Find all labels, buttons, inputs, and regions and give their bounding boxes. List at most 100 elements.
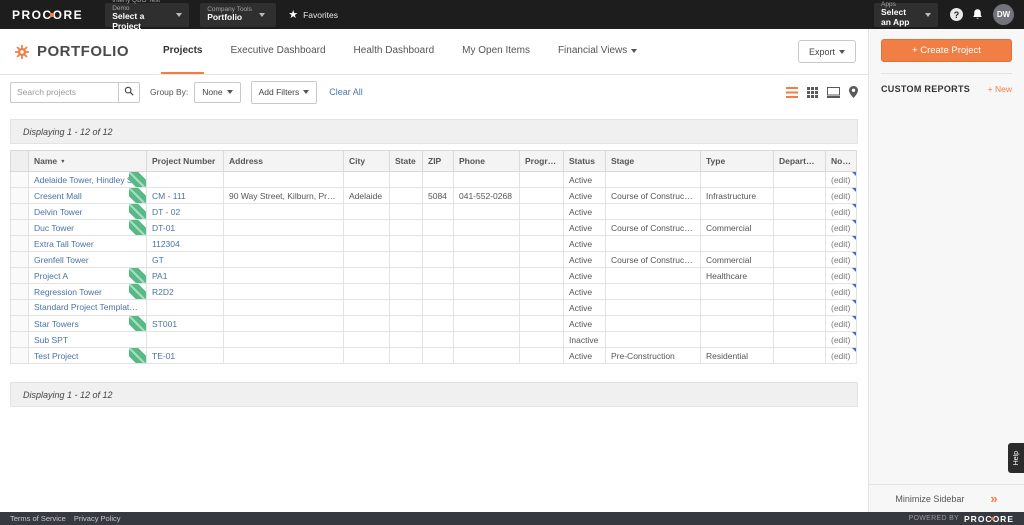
edit-notes-link[interactable]: (edit) — [831, 351, 850, 361]
edit-notes-link[interactable]: (edit) — [831, 303, 850, 313]
project-link[interactable]: Delvin Tower — [34, 207, 83, 217]
project-link[interactable]: Star Towers — [34, 319, 79, 329]
project-state-cell — [389, 235, 423, 252]
column-header-program[interactable]: Program — [519, 150, 564, 172]
edit-notes-link[interactable]: (edit) — [831, 271, 850, 281]
tab-my-open-items[interactable]: My Open Items — [460, 29, 532, 74]
project-name-cell: Extra Tall Tower — [28, 235, 147, 252]
column-header-phone[interactable]: Phone — [453, 150, 520, 172]
help-tab[interactable]: Help — [1008, 443, 1024, 473]
project-program-cell — [519, 331, 564, 348]
project-program-cell — [519, 203, 564, 220]
edit-notes-link[interactable]: (edit) — [831, 175, 850, 185]
column-header-status[interactable]: Status — [563, 150, 606, 172]
project-address-cell — [223, 251, 344, 268]
project-department-cell — [773, 203, 826, 220]
project-link[interactable]: Extra Tall Tower — [34, 239, 94, 249]
note-corner-icon — [852, 332, 856, 336]
export-label: Export — [808, 46, 835, 57]
results-count-bar-bottom: Displaying 1 - 12 of 12 — [10, 382, 858, 407]
apps-value: Select an App — [881, 7, 910, 28]
tab-projects[interactable]: Projects — [161, 29, 205, 74]
project-city-cell — [343, 235, 390, 252]
search-button[interactable] — [118, 81, 140, 103]
project-address-cell — [223, 331, 344, 348]
edit-notes-link[interactable]: (edit) — [831, 223, 850, 233]
project-link[interactable]: Sub SPT — [34, 335, 68, 345]
column-header-city[interactable]: City — [343, 150, 390, 172]
group-by-label: Group By: — [150, 87, 189, 97]
project-city-cell — [343, 315, 390, 332]
column-header-type[interactable]: Type — [700, 150, 774, 172]
project-number-cell: GT — [146, 251, 224, 268]
project-phone-cell — [453, 299, 520, 316]
info-icon: i — [138, 304, 146, 313]
favorites-button[interactable]: ★ Favorites — [288, 8, 338, 21]
chevron-down-icon — [839, 49, 845, 54]
table-row: Project A PA1 Active Healthcare (edit) — [10, 267, 857, 284]
project-link[interactable]: Cresent Mall — [34, 191, 82, 201]
project-link[interactable]: Test Project — [34, 351, 78, 361]
project-link[interactable]: Standard Project Template — [34, 302, 138, 312]
tab-executive-dashboard[interactable]: Executive Dashboard — [228, 29, 327, 74]
group-by-dropdown[interactable]: None — [194, 81, 241, 103]
tab-health-dashboard[interactable]: Health Dashboard — [352, 29, 437, 74]
project-city-cell — [343, 171, 390, 188]
edit-notes-link[interactable]: (edit) — [831, 287, 850, 297]
project-name-cell: Standard Project Template i — [28, 299, 147, 316]
project-link[interactable]: Duc Tower — [34, 223, 74, 233]
column-header-zip[interactable]: ZIP — [422, 150, 454, 172]
minimize-sidebar-button[interactable]: Minimize Sidebar — [869, 484, 1024, 512]
edit-notes-link[interactable]: (edit) — [831, 207, 850, 217]
user-avatar[interactable]: DW — [993, 4, 1014, 25]
add-filters-dropdown[interactable]: Add Filters — [250, 80, 318, 104]
clear-all-link[interactable]: Clear All — [329, 87, 363, 97]
column-header-state[interactable]: State — [389, 150, 423, 172]
right-sidebar: + Create Project CUSTOM REPORTS + New Mi… — [868, 29, 1024, 512]
project-program-cell — [519, 347, 564, 364]
column-header-notes[interactable]: Notes — [825, 150, 857, 172]
tab-financial-views[interactable]: Financial Views — [556, 29, 639, 74]
map-view-icon[interactable] — [849, 86, 858, 98]
column-header-department[interactable]: Department — [773, 150, 826, 172]
help-question-icon[interactable]: ? — [950, 8, 963, 21]
edit-notes-link[interactable]: (edit) — [831, 335, 850, 345]
edit-notes-link[interactable]: (edit) — [831, 319, 850, 329]
column-header-address[interactable]: Address — [223, 150, 344, 172]
terms-of-service-link[interactable]: Terms of Service — [10, 514, 66, 523]
project-link[interactable]: Grenfell Tower — [34, 255, 89, 265]
column-header-name[interactable]: Name — [28, 150, 147, 172]
project-department-cell — [773, 347, 826, 364]
project-link[interactable]: Adelaide Tower, Hindley St — [34, 175, 135, 185]
note-corner-icon — [852, 316, 856, 320]
apps-dropdown[interactable]: Apps Select an App — [874, 1, 938, 28]
group-by-value: None — [202, 87, 223, 97]
company-tools-value: Portfolio — [207, 12, 243, 23]
new-report-link[interactable]: + New — [988, 84, 1012, 94]
column-header-stage[interactable]: Stage — [605, 150, 701, 172]
list-view-icon[interactable] — [786, 86, 798, 98]
grid-view-icon[interactable] — [807, 86, 818, 98]
project-address-cell — [223, 235, 344, 252]
project-name-cell: Adelaide Tower, Hindley St — [28, 171, 147, 188]
notifications-bell-icon[interactable] — [971, 8, 984, 21]
privacy-policy-link[interactable]: Privacy Policy — [74, 514, 121, 523]
edit-notes-link[interactable]: (edit) — [831, 239, 850, 249]
row-select-cell — [10, 347, 29, 364]
project-link[interactable]: Regression Tower — [34, 287, 102, 297]
edit-notes-link[interactable]: (edit) — [831, 191, 850, 201]
search-input[interactable] — [10, 81, 118, 103]
company-tools-dropdown[interactable]: Company Tools Portfolio — [200, 2, 277, 27]
export-button[interactable]: Export — [798, 40, 856, 63]
card-view-icon[interactable] — [827, 86, 840, 98]
create-project-button[interactable]: + Create Project — [881, 39, 1012, 62]
project-link[interactable]: Project A — [34, 271, 68, 281]
column-header-project-number[interactable]: Project Number — [146, 150, 224, 172]
project-zip-cell — [422, 315, 454, 332]
table-row: Adelaide Tower, Hindley St Active (edit) — [10, 171, 857, 188]
project-selector-dropdown[interactable]: Interfy QBO Test Demo Select a Project — [105, 0, 190, 31]
project-department-cell — [773, 251, 826, 268]
row-select-cell — [10, 219, 29, 236]
project-department-cell — [773, 315, 826, 332]
edit-notes-link[interactable]: (edit) — [831, 255, 850, 265]
